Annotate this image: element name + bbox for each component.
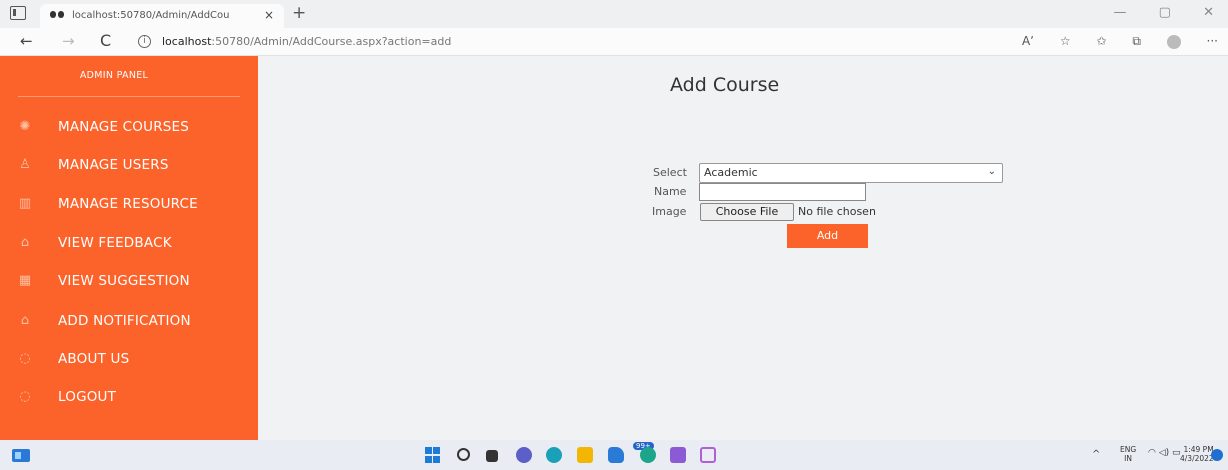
bell-icon: ⌂ xyxy=(20,235,30,250)
power-icon: ◌ xyxy=(19,351,31,366)
date-text: 4/3/2022 xyxy=(1180,454,1214,463)
browser-toolbar: ← → C i localhost:50780/Admin/AddCourse.… xyxy=(0,28,1228,56)
choose-file-button[interactable]: Choose File xyxy=(700,203,794,221)
tab-close-icon[interactable]: × xyxy=(264,8,274,22)
sidebar-item-label: VIEW SUGGESTION xyxy=(58,273,190,289)
edge-icon[interactable] xyxy=(546,447,562,463)
chevron-down-icon: ⌄ xyxy=(987,166,996,177)
tab-title: localhost:50780/Admin/AddCou xyxy=(72,10,230,21)
visual-studio-icon[interactable] xyxy=(670,447,686,463)
maximize-icon[interactable]: ▢ xyxy=(1159,5,1171,20)
lang-region: IN xyxy=(1124,454,1132,463)
sidebar-item-label: ABOUT US xyxy=(58,351,130,367)
back-arrow-icon[interactable]: ← xyxy=(20,32,33,50)
site-info-icon[interactable]: i xyxy=(138,35,151,48)
collections-icon[interactable]: ⧉ xyxy=(1132,34,1141,49)
new-tab-button[interactable]: + xyxy=(292,3,306,23)
wifi-icon: ◠ xyxy=(1148,448,1156,458)
read-aloud-icon[interactable]: Aʼ xyxy=(1022,34,1034,48)
notification-center-icon[interactable] xyxy=(1211,449,1223,461)
user-icon: ♙ xyxy=(19,157,31,172)
name-input[interactable] xyxy=(699,183,866,201)
sidebar-item-label: VIEW FEEDBACK xyxy=(58,235,172,251)
sidebar-item-manage-resource[interactable]: ▥ MANAGE RESOURCE xyxy=(0,189,258,221)
widgets-icon[interactable] xyxy=(12,449,30,462)
image-label: Image xyxy=(652,205,687,218)
admin-sidebar: ADMIN PANEL ✺ MANAGE COURSES ♙ MANAGE US… xyxy=(0,56,258,440)
sidebar-item-label: ADD NOTIFICATION xyxy=(58,313,191,329)
sidebar-item-label: MANAGE RESOURCE xyxy=(58,196,198,212)
page-title: Add Course xyxy=(670,74,780,96)
admin-panel-title: ADMIN PANEL xyxy=(79,70,149,81)
add-button[interactable]: Add xyxy=(787,224,868,248)
sidebar-item-label: LOGOUT xyxy=(58,389,117,405)
chat-icon[interactable] xyxy=(516,447,532,463)
search-icon[interactable] xyxy=(457,448,470,461)
sidebar-item-view-suggestion[interactable]: ▦ VIEW SUGGESTION xyxy=(0,266,258,298)
favorites-icon[interactable]: ✩ xyxy=(1096,34,1106,48)
file-status: No file chosen xyxy=(798,205,876,218)
sidebar-item-manage-courses[interactable]: ✺ MANAGE COURSES xyxy=(0,112,258,144)
select-label: Select xyxy=(653,166,687,179)
window-controls: — ▢ ✕ xyxy=(1114,5,1214,20)
lang-code: ENG xyxy=(1120,445,1137,454)
sidebar-item-label: MANAGE USERS xyxy=(58,157,169,173)
reload-icon[interactable]: C xyxy=(100,31,111,50)
language-indicator[interactable]: ENG IN xyxy=(1120,445,1136,463)
main-content: Add Course Select Academic ⌄ Name Image … xyxy=(258,56,1228,440)
select-value: Academic xyxy=(704,166,758,179)
atom-icon: ✺ xyxy=(19,119,31,134)
power-icon: ◌ xyxy=(19,389,31,404)
sidebar-item-about-us[interactable]: ◌ ABOUT US xyxy=(0,344,258,376)
sidebar-item-manage-users[interactable]: ♙ MANAGE USERS xyxy=(0,150,258,182)
forward-arrow-icon[interactable]: → xyxy=(62,32,75,50)
tab-actions-icon[interactable] xyxy=(10,6,26,20)
book-icon: ▥ xyxy=(18,196,32,211)
close-window-icon[interactable]: ✕ xyxy=(1203,5,1214,20)
favicon-icon xyxy=(50,11,64,18)
add-favorite-icon[interactable]: ☆ xyxy=(1060,34,1071,48)
mail-icon[interactable] xyxy=(608,447,624,463)
course-type-select[interactable]: Academic ⌄ xyxy=(699,163,1003,183)
browser-tab[interactable]: localhost:50780/Admin/AddCou × xyxy=(40,4,284,28)
address-bar[interactable]: localhost:50780/Admin/AddCourse.aspx?act… xyxy=(162,35,451,48)
store-icon[interactable] xyxy=(640,447,656,463)
bell-icon: ⌂ xyxy=(20,313,30,328)
profile-avatar[interactable] xyxy=(1166,34,1181,49)
name-label: Name xyxy=(654,185,687,198)
url-host: localhost xyxy=(162,35,212,48)
task-view-icon[interactable] xyxy=(486,450,498,462)
browser-tab-bar: localhost:50780/Admin/AddCou × + — ▢ ✕ xyxy=(0,0,1228,28)
volume-icon: ◁) xyxy=(1158,448,1170,458)
sidebar-item-view-feedback[interactable]: ⌂ VIEW FEEDBACK xyxy=(0,228,258,260)
minimize-icon[interactable]: — xyxy=(1114,5,1127,20)
time-text: 1:49 PM xyxy=(1183,445,1214,454)
start-icon[interactable] xyxy=(425,447,441,463)
calculator-icon: ▦ xyxy=(18,273,32,288)
sidebar-item-add-notification[interactable]: ⌂ ADD NOTIFICATION xyxy=(0,306,258,338)
sidebar-item-logout[interactable]: ◌ LOGOUT xyxy=(0,382,258,414)
app-icon[interactable] xyxy=(700,447,716,463)
windows-taskbar: 99+ ^ ENG IN ◠ ◁) ▭ 1:49 PM 4/3/2022 xyxy=(0,440,1228,470)
clock[interactable]: 1:49 PM 4/3/2022 xyxy=(1180,445,1214,463)
sidebar-divider xyxy=(18,96,240,97)
url-path: :50780/Admin/AddCourse.aspx?action=add xyxy=(211,35,452,48)
toolbar-icons: Aʼ ☆ ✩ ⧉ ··· xyxy=(1000,34,1218,49)
more-menu-icon[interactable]: ··· xyxy=(1207,34,1218,48)
tray-icons[interactable]: ◠ ◁) ▭ xyxy=(1148,448,1181,458)
tray-chevron-icon[interactable]: ^ xyxy=(1092,449,1100,460)
file-explorer-icon[interactable] xyxy=(577,447,593,463)
sidebar-item-label: MANAGE COURSES xyxy=(58,119,190,135)
